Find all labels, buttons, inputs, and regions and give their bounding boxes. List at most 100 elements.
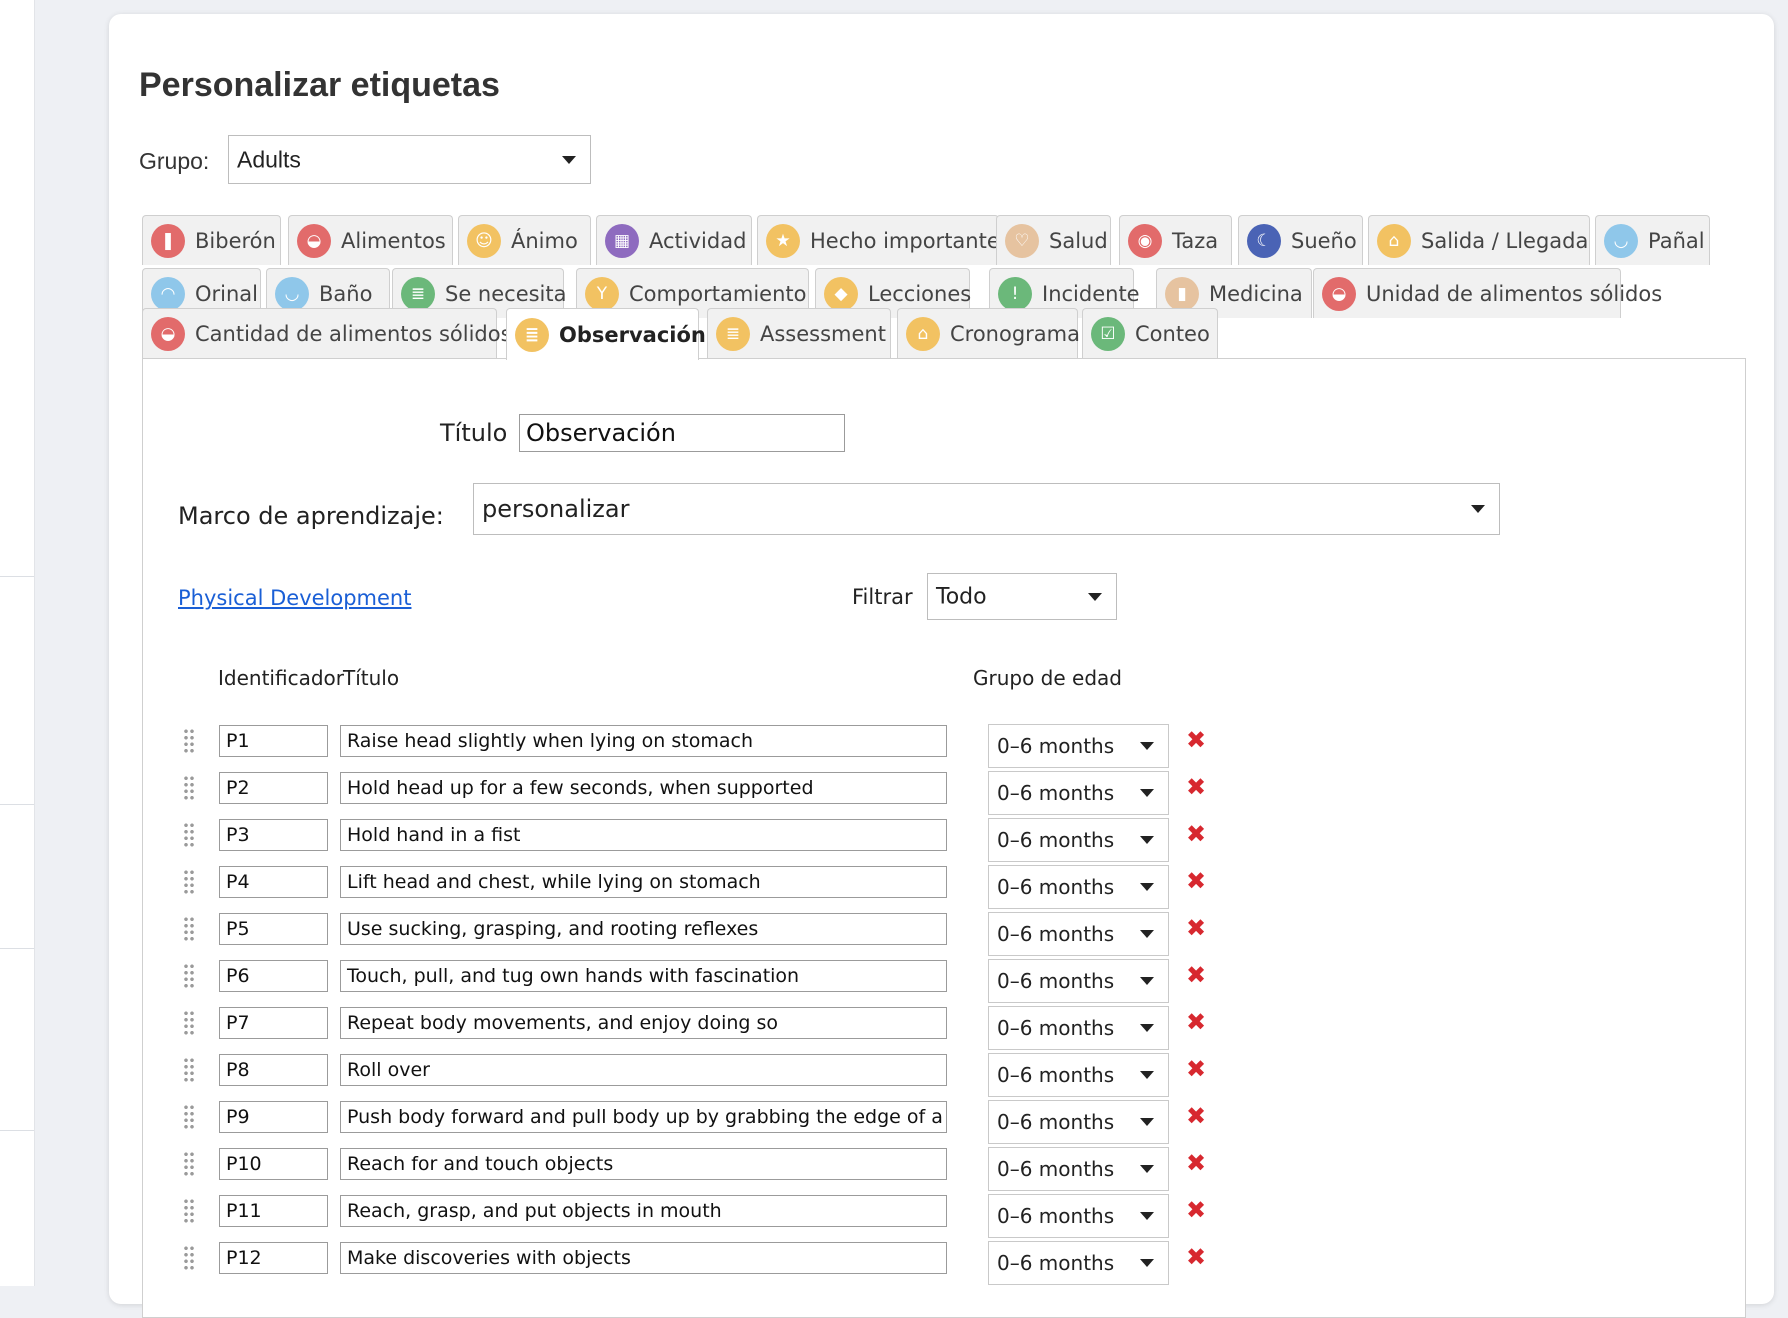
tab-cronograma[interactable]: ⌂ Cronograma: [897, 308, 1080, 358]
scale-icon: Y: [585, 276, 619, 311]
tab-animo[interactable]: ☺ Ánimo: [458, 215, 591, 265]
age-group-select[interactable]: 0–6 months: [988, 1147, 1169, 1191]
milestone-title-input[interactable]: Roll over: [340, 1054, 947, 1086]
delete-x-icon[interactable]: ✖: [1184, 1104, 1208, 1128]
tab-assessment[interactable]: ≣ Assessment: [707, 308, 891, 358]
delete-x-icon[interactable]: ✖: [1184, 869, 1208, 893]
age-group-select[interactable]: 0–6 months: [988, 1241, 1169, 1285]
age-group-value: 0–6 months: [997, 1204, 1115, 1228]
framework-select[interactable]: personalizar: [473, 483, 1500, 535]
tab-label: Sueño: [1291, 228, 1357, 253]
tab-sueno[interactable]: ☾ Sueño: [1238, 215, 1363, 265]
delete-x-icon[interactable]: ✖: [1184, 963, 1208, 987]
framework-select-value: personalizar: [482, 495, 630, 523]
identifier-input[interactable]: P3: [219, 819, 328, 851]
tab-hecho-importante[interactable]: ★ Hecho importante: [757, 215, 1000, 265]
milestone-title-input[interactable]: Push body forward and pull body up by gr…: [340, 1101, 947, 1133]
drag-handle-icon[interactable]: [183, 1245, 195, 1271]
drag-handle-icon[interactable]: [183, 822, 195, 848]
delete-x-icon[interactable]: ✖: [1184, 916, 1208, 940]
tab-actividad[interactable]: ▦ Actividad: [596, 215, 752, 265]
title-input[interactable]: Observación: [519, 414, 845, 452]
identifier-input[interactable]: P9: [219, 1101, 328, 1133]
caret-down-icon: [1140, 1259, 1154, 1267]
drag-handle-icon[interactable]: [183, 869, 195, 895]
drag-handle-icon[interactable]: [183, 1198, 195, 1224]
delete-x-icon[interactable]: ✖: [1184, 1151, 1208, 1175]
identifier-input[interactable]: P10: [219, 1148, 328, 1180]
milestone-title-input[interactable]: Raise head slightly when lying on stomac…: [340, 725, 947, 757]
delete-x-icon[interactable]: ✖: [1184, 1245, 1208, 1269]
milestone-title-input[interactable]: Make discoveries with objects: [340, 1242, 947, 1274]
milestone-title-input[interactable]: Use sucking, grasping, and rooting refle…: [340, 913, 947, 945]
drag-handle-icon[interactable]: [183, 963, 195, 989]
tab-salida-llegada[interactable]: ⌂ Salida / Llegada: [1368, 215, 1590, 265]
milestone-title-input[interactable]: Hold hand in a fist: [340, 819, 947, 851]
tab-conteo[interactable]: ☑ Conteo: [1082, 308, 1218, 358]
delete-x-icon[interactable]: ✖: [1184, 1057, 1208, 1081]
caret-down-icon: [1140, 742, 1154, 750]
star-icon: ★: [766, 223, 800, 258]
drag-handle-icon[interactable]: [183, 1151, 195, 1177]
identifier-input[interactable]: P6: [219, 960, 328, 992]
age-group-select[interactable]: 0–6 months: [988, 1006, 1169, 1050]
age-group-value: 0–6 months: [997, 922, 1115, 946]
identifier-input[interactable]: P5: [219, 913, 328, 945]
milestone-title-input[interactable]: Hold head up for a few seconds, when sup…: [340, 772, 947, 804]
age-group-select[interactable]: 0–6 months: [988, 1194, 1169, 1238]
age-group-value: 0–6 months: [997, 781, 1115, 805]
identifier-input[interactable]: P8: [219, 1054, 328, 1086]
age-group-select[interactable]: 0–6 months: [988, 771, 1169, 815]
group-select[interactable]: Adults: [228, 135, 591, 184]
identifier-input[interactable]: P2: [219, 772, 328, 804]
notepad-icon: ≣: [515, 317, 549, 352]
filter-select[interactable]: Todo: [927, 573, 1117, 620]
delete-x-icon[interactable]: ✖: [1184, 1198, 1208, 1222]
drag-handle-icon[interactable]: [183, 1057, 195, 1083]
bowl-icon: ◒: [297, 223, 331, 258]
tab-observacion[interactable]: ≣ Observación: [506, 308, 706, 360]
age-group-select[interactable]: 0–6 months: [988, 865, 1169, 909]
drag-handle-icon[interactable]: [183, 916, 195, 942]
caret-down-icon: [1140, 1118, 1154, 1126]
delete-x-icon[interactable]: ✖: [1184, 822, 1208, 846]
drag-handle-icon[interactable]: [183, 775, 195, 801]
age-group-select[interactable]: 0–6 months: [988, 959, 1169, 1003]
age-group-value: 0–6 months: [997, 1110, 1115, 1134]
milestone-title-input[interactable]: Touch, pull, and tug own hands with fasc…: [340, 960, 947, 992]
milestone-title-input[interactable]: Reach, grasp, and put objects in mouth: [340, 1195, 947, 1227]
column-header-title: Título: [343, 666, 400, 690]
drag-handle-icon[interactable]: [183, 1104, 195, 1130]
age-group-select[interactable]: 0–6 months: [988, 1100, 1169, 1144]
drag-handle-icon[interactable]: [183, 1010, 195, 1036]
milestone-title-input[interactable]: Reach for and touch objects: [340, 1148, 947, 1180]
age-group-select[interactable]: 0–6 months: [988, 1053, 1169, 1097]
title-label: Título: [440, 419, 508, 447]
milestone-title-input[interactable]: Repeat body movements, and enjoy doing s…: [340, 1007, 947, 1039]
delete-x-icon[interactable]: ✖: [1184, 1010, 1208, 1034]
tab-alimentos[interactable]: ◒ Alimentos: [288, 215, 453, 265]
tab-label: Incidente: [1042, 281, 1140, 306]
identifier-input[interactable]: P12: [219, 1242, 328, 1274]
identifier-input[interactable]: P4: [219, 866, 328, 898]
tab-label: Medicina: [1209, 281, 1303, 306]
drag-handle-icon[interactable]: [183, 728, 195, 754]
tab-panal[interactable]: ◡ Pañal: [1595, 215, 1710, 265]
house-icon: ⌂: [906, 316, 940, 351]
delete-x-icon[interactable]: ✖: [1184, 775, 1208, 799]
physical-development-link[interactable]: Physical Development: [178, 586, 411, 610]
age-group-select[interactable]: 0–6 months: [988, 818, 1169, 862]
tab-cantidad-alimentos-solidos[interactable]: ◒ Cantidad de alimentos sólidos: [142, 308, 512, 358]
identifier-input[interactable]: P11: [219, 1195, 328, 1227]
age-group-select[interactable]: 0–6 months: [988, 724, 1169, 768]
tab-salud[interactable]: ♡ Salud: [996, 215, 1111, 265]
identifier-input[interactable]: P1: [219, 725, 328, 757]
milestone-title-input[interactable]: Lift head and chest, while lying on stom…: [340, 866, 947, 898]
delete-x-icon[interactable]: ✖: [1184, 728, 1208, 752]
age-group-select[interactable]: 0–6 months: [988, 912, 1169, 956]
left-panel-divider: [0, 1130, 34, 1131]
tab-biberon[interactable]: ❚ Biberón: [142, 215, 281, 265]
tab-taza[interactable]: ◉ Taza: [1119, 215, 1232, 265]
tab-unidad-alimentos-solidos[interactable]: ◒ Unidad de alimentos sólidos: [1313, 268, 1662, 318]
identifier-input[interactable]: P7: [219, 1007, 328, 1039]
